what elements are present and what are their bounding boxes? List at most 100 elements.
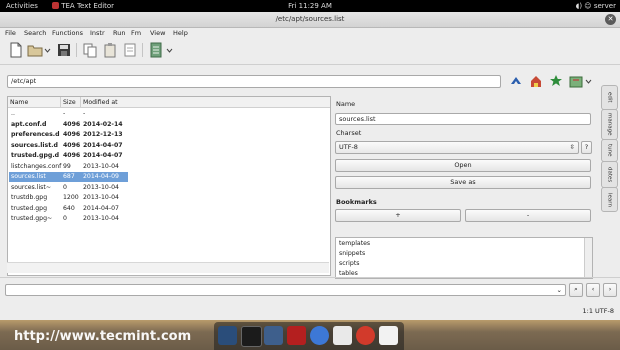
menu-bar: File Search Functions Instr Run Fm View … [0, 28, 620, 39]
new-file-icon[interactable] [8, 42, 24, 58]
tab-tune[interactable]: tune [601, 139, 618, 162]
file-size: 640 [63, 204, 75, 212]
close-icon: ✕ [607, 15, 614, 23]
file-row[interactable]: .. - - [9, 109, 128, 119]
menu-run[interactable]: Run [113, 28, 125, 39]
file-name: preferences.d [11, 131, 60, 138]
window-titlebar[interactable]: /etc/apt/sources.list ✕ [0, 12, 620, 28]
bookmark-item[interactable]: templates [339, 239, 370, 249]
column-header-size[interactable]: Size [61, 97, 81, 108]
tab-learn[interactable]: learn [601, 187, 618, 212]
file-row[interactable]: listchanges.conf 99 2013-10-04 [9, 162, 128, 172]
file-size: 99 [63, 162, 71, 170]
chevron-down-icon: ⌄ [556, 286, 562, 294]
file-name: apt.conf.d [11, 120, 47, 128]
file-row[interactable]: sources.list.d 4096 2014-04-07 [9, 141, 128, 151]
tab-dates[interactable]: dates [601, 161, 618, 188]
cut-icon[interactable] [122, 42, 138, 58]
path-input[interactable]: /etc/apt [7, 75, 501, 88]
file-size: 687 [63, 173, 75, 180]
file-row[interactable]: trusted.gpg 640 2014-04-07 [9, 204, 128, 214]
file-size: 4096 [63, 141, 81, 149]
file-modified: 2013-10-04 [83, 194, 119, 201]
save-as-button[interactable]: Save as [335, 176, 591, 189]
name-label: Name [336, 100, 356, 108]
charset-help-button[interactable]: ? [581, 141, 592, 154]
volume-icon[interactable]: ◖) [576, 2, 582, 10]
chevron-down-icon[interactable] [44, 42, 51, 58]
bookmarks-scrollbar[interactable] [584, 238, 592, 278]
toolbar-divider [0, 64, 620, 65]
document-icon[interactable] [148, 42, 164, 58]
system-indicators[interactable]: ◖) ☺ server [576, 0, 616, 12]
chrome-icon[interactable] [310, 326, 329, 345]
file-name: sources.list.d [11, 141, 58, 149]
copy-icon[interactable] [82, 42, 98, 58]
tab-edit[interactable]: edit [601, 85, 618, 110]
command-input[interactable]: ⌄ [5, 284, 566, 296]
find-next-button[interactable]: › [603, 283, 617, 297]
name-field[interactable]: sources.list [335, 113, 591, 125]
go-arrow-icon[interactable] [509, 74, 523, 88]
column-header-modified[interactable]: Modified at [81, 97, 330, 108]
file-size: 0 [63, 215, 67, 222]
file-modified: 2013-10-04 [83, 215, 119, 222]
menu-file[interactable]: File [5, 28, 16, 39]
file-row[interactable]: apt.conf.d 4096 2014-02-14 [9, 120, 128, 130]
file-row[interactable]: trusted.gpg~ 0 2013-10-04 [9, 214, 128, 224]
user-name[interactable]: server [594, 2, 616, 10]
text-editor-icon[interactable] [333, 326, 352, 345]
menu-fm[interactable]: Fm [131, 28, 141, 39]
open-folder-icon[interactable] [27, 42, 43, 58]
file-row[interactable]: sources.list 687 2014-04-09 [9, 172, 128, 182]
file-row[interactable]: trustdb.gpg 1200 2013-10-04 [9, 193, 128, 203]
file-row[interactable]: preferences.d 4096 2012-12-13 [9, 130, 128, 140]
remove-bookmark-button[interactable]: - [465, 209, 591, 222]
tab-manage[interactable]: manage [601, 109, 618, 140]
folder-refresh-icon[interactable] [569, 74, 583, 88]
bookmarks-label: Bookmarks [336, 198, 377, 206]
close-window-button[interactable]: ✕ [605, 14, 616, 25]
chevron-down-icon[interactable] [585, 76, 592, 86]
open-button[interactable]: Open [335, 159, 591, 172]
bookmarks-list[interactable]: templates snippets scripts tables [335, 237, 593, 279]
filezilla-icon[interactable] [287, 326, 306, 345]
window-title: /etc/apt/sources.list [275, 15, 345, 23]
file-list[interactable]: Name Size Modified at .. - - apt.conf.d 4096… [7, 96, 331, 276]
charset-value: UTF-8 [339, 143, 358, 151]
save-icon[interactable] [56, 42, 72, 58]
file-modified: 2014-04-07 [83, 141, 123, 149]
anchor-app-icon[interactable] [218, 326, 237, 345]
watermark-text: http://www.tecmint.com [14, 329, 192, 344]
files-icon[interactable] [264, 326, 283, 345]
menu-instr[interactable]: Instr [90, 28, 105, 39]
find-previous-button[interactable]: ‹ [586, 283, 600, 297]
horizontal-scrollbar[interactable] [7, 262, 329, 273]
tea-editor-icon[interactable] [356, 326, 375, 345]
chevron-down-icon[interactable] [166, 42, 173, 58]
bookmark-item[interactable]: scripts [339, 259, 359, 269]
add-bookmark-button[interactable]: + [335, 209, 461, 222]
menu-functions[interactable]: Functions [52, 28, 83, 39]
star-bookmark-icon[interactable] [549, 74, 563, 88]
file-row[interactable]: trusted.gpg.d 4096 2014-04-07 [9, 151, 128, 161]
file-modified: 2014-04-07 [83, 204, 119, 212]
bookmark-item[interactable]: snippets [339, 249, 365, 259]
paste-icon[interactable] [102, 42, 118, 58]
menu-search[interactable]: Search [24, 28, 46, 39]
document-viewer-icon[interactable] [379, 326, 398, 345]
file-size: - [63, 110, 66, 117]
home-icon[interactable] [529, 74, 543, 88]
file-modified: 2014-04-07 [83, 152, 123, 159]
menu-view[interactable]: View [150, 28, 165, 39]
find-button[interactable]: ⌕ [569, 283, 583, 297]
charset-select[interactable]: UTF-8 ⇳ [335, 141, 579, 154]
column-header-name[interactable]: Name [8, 97, 61, 108]
clock[interactable]: Fri 11:29 AM [0, 0, 620, 12]
file-row[interactable]: sources.list~ 0 2013-10-04 [9, 183, 128, 193]
menu-help[interactable]: Help [173, 28, 188, 39]
tab-manage-label: manage [606, 113, 613, 136]
file-modified: 2012-12-13 [83, 131, 123, 138]
terminal-icon[interactable] [241, 326, 262, 347]
file-name: sources.list [11, 173, 46, 180]
